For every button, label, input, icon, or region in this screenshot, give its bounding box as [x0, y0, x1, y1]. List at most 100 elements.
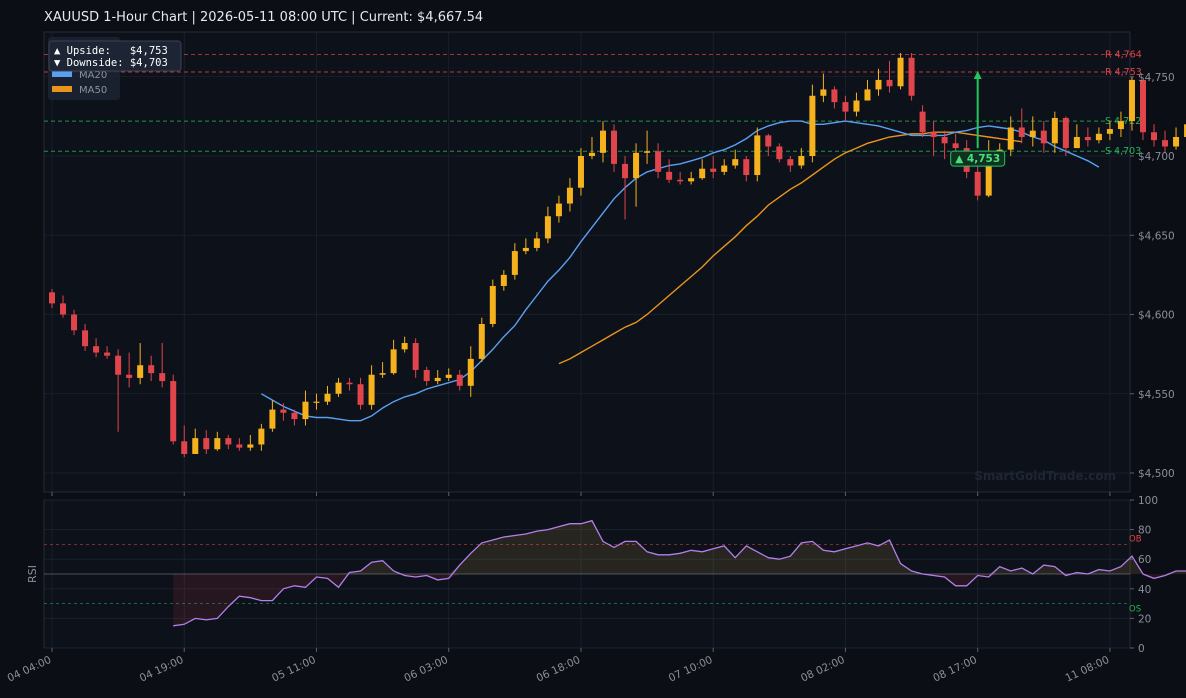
candle-body [1173, 136, 1180, 147]
candle-body [1040, 130, 1047, 144]
candle-body [1117, 121, 1124, 130]
candle-body [1051, 117, 1058, 144]
price-tick-label: $4,500 [1138, 468, 1175, 480]
candle-body [897, 57, 904, 87]
rsi-tick-label: 100 [1138, 495, 1158, 507]
candle-body [467, 358, 474, 386]
candle-body [181, 441, 188, 454]
candle-body [809, 95, 816, 156]
candle-body [126, 374, 133, 378]
candle-body [1151, 132, 1157, 141]
candle-body [1162, 140, 1169, 147]
candle-body [1128, 79, 1135, 122]
candle-body [611, 130, 618, 164]
candle-body [577, 156, 584, 188]
candle-body [148, 365, 155, 374]
candle-body [1084, 136, 1091, 141]
candle-body [192, 438, 199, 454]
candle-body [423, 369, 430, 382]
candle-body [1007, 127, 1014, 150]
candle-body [434, 377, 441, 382]
candle-body [732, 159, 739, 166]
candle-body [1018, 127, 1025, 137]
candle-body [853, 100, 860, 112]
candle-body [170, 381, 177, 442]
candle-body [225, 438, 232, 445]
candle-body [622, 163, 629, 179]
candle-body [1073, 136, 1080, 149]
candle-body [522, 247, 529, 252]
xauusd-chart: XAUUSD 1-Hour Chart | 2026-05-11 08:00 U… [0, 0, 1186, 698]
candle-body [566, 187, 573, 204]
candle-body [269, 409, 276, 429]
candle-body [214, 438, 221, 450]
candle-body [368, 374, 375, 405]
candle-body [511, 251, 518, 275]
candle-body [302, 401, 309, 420]
candle-body [699, 168, 706, 179]
candle-body [1062, 117, 1069, 149]
candle-body [688, 178, 695, 182]
rsi-os-label: OS [1129, 605, 1141, 615]
candle-body [677, 179, 684, 182]
level-label: R 4,764 [1105, 50, 1142, 61]
candle-body [919, 111, 926, 133]
candle-body [93, 346, 100, 353]
candle-body [478, 324, 485, 359]
price-tick-label: $4,550 [1138, 389, 1175, 401]
candle-body [324, 393, 331, 402]
candle-body [666, 171, 673, 180]
candle-body [886, 79, 893, 87]
target-label: ▲ 4,753 [955, 153, 1000, 165]
ma50-swatch [52, 86, 72, 92]
candle-body [49, 292, 55, 304]
rsi-tick-label: 20 [1138, 613, 1151, 625]
candle-body [247, 444, 254, 448]
price-tick-label: $4,700 [1138, 151, 1175, 163]
candle-body [1139, 79, 1146, 133]
candle-body [908, 57, 915, 96]
candle-body [390, 349, 397, 374]
candle-body [412, 343, 419, 370]
candle-body [842, 102, 849, 112]
candle-body [721, 165, 728, 172]
candle-body [941, 136, 948, 144]
candle-body [159, 373, 166, 382]
candle-body [787, 159, 794, 166]
rsi-tick-label: 40 [1138, 584, 1151, 596]
candle-body [379, 373, 386, 375]
candle-body [1095, 133, 1102, 141]
legend-ma50: MA50 [79, 85, 107, 96]
candle-body [236, 444, 243, 448]
candle-body [291, 412, 298, 420]
candle-body [776, 146, 783, 160]
rsi-ob-label: OB [1129, 534, 1142, 544]
ma20-swatch [52, 71, 72, 77]
candle-body [533, 238, 540, 248]
candle-body [1029, 130, 1036, 137]
candle-body [754, 135, 761, 176]
candle-body [401, 343, 408, 350]
candle-body [930, 132, 937, 137]
watermark: SmartGoldTrade.com [974, 469, 1116, 483]
candle-body [588, 152, 595, 156]
candle-body [600, 130, 606, 153]
candle-body [313, 401, 320, 403]
candle-body [952, 143, 959, 149]
price-tick-label: $4,650 [1138, 230, 1175, 242]
candle-body [765, 135, 772, 147]
candle-body [115, 355, 122, 375]
candle-body [346, 382, 353, 385]
candle-body [137, 365, 144, 378]
candle-body [357, 384, 364, 405]
chart-title: XAUUSD 1-Hour Chart | 2026-05-11 08:00 U… [44, 10, 483, 25]
candle-body [633, 152, 640, 179]
candle-body [60, 303, 67, 315]
rsi-tick-label: 0 [1138, 643, 1145, 655]
candle-body [655, 151, 662, 172]
rsi-label: RSI [26, 565, 39, 583]
candle-body [820, 89, 827, 96]
candle-body [258, 428, 265, 445]
candle-body [82, 330, 89, 347]
candle-body [831, 89, 838, 103]
